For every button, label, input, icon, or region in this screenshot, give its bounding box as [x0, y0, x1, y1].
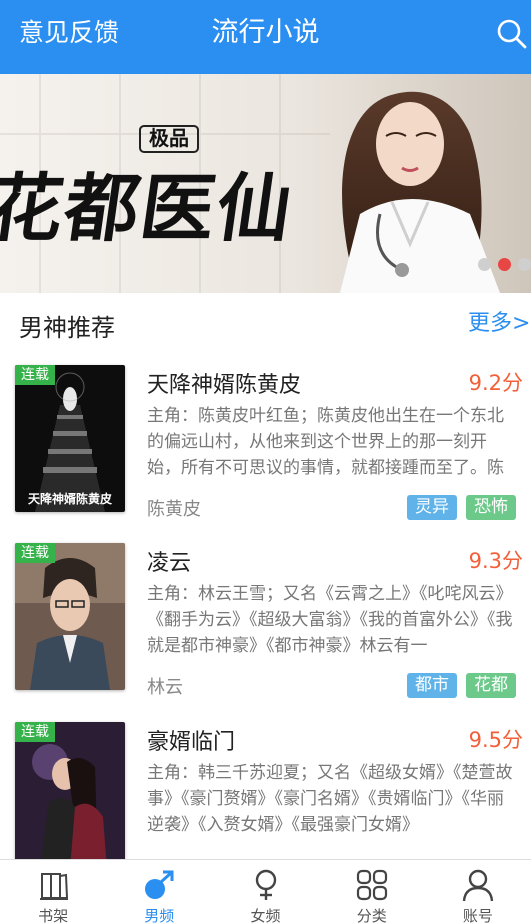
book-tags: 都市 花都: [407, 673, 516, 698]
book-score: 9.2分: [468, 371, 523, 395]
tab-label: 女频: [250, 907, 281, 924]
female-icon: [255, 869, 276, 900]
bookshelf-icon: [40, 873, 69, 900]
tab-label: 男频: [144, 907, 175, 924]
serial-badge: 连载: [15, 722, 55, 742]
banner-title-main: 花都医仙: [0, 164, 299, 252]
top-bar: 意见反馈 流行小说: [0, 0, 531, 74]
book-score: 9.5分: [468, 728, 523, 752]
tab-category[interactable]: 分类: [319, 860, 425, 924]
svg-text:天降神婿陈黄皮: 天降神婿陈黄皮: [28, 491, 112, 506]
bottom-tab-bar: 书架 男频 女频 分类 账号: [0, 859, 531, 924]
genre-tag[interactable]: 都市: [407, 673, 457, 698]
banner-title-small: 极品: [149, 126, 189, 150]
more-link[interactable]: 更多>: [468, 305, 530, 337]
tab-male[interactable]: 男频: [106, 860, 212, 924]
book-author: 林云: [147, 677, 183, 698]
male-icon: [145, 870, 174, 899]
book-item[interactable]: 连载 凌云 9.3分 主角：林云王雪；又名《云霄之上》《叱咤风云》《翻手为云》《…: [0, 543, 531, 722]
book-description: 主角：林云王雪；又名《云霄之上》《叱咤风云》《翻手为云》《超级大富翁》《我的首富…: [147, 584, 513, 656]
banner-carousel[interactable]: 极品 花都医仙: [0, 74, 531, 293]
book-description: 主角：陈黄皮叶红鱼；陈黄皮他出生在一个东北的偏远山村，从他来到这个世界上的那一刻…: [147, 406, 504, 478]
book-description: 主角：韩三千苏迎夏；又名《超级女婿》《楚萱故事》《豪门赘婿》《豪门名婿》《贵婿临…: [147, 763, 513, 835]
book-item[interactable]: 天降神婿陈黄皮 连载 天降神婿陈黄皮 9.2分 主角：陈黄皮叶红鱼；陈黄皮他出生…: [0, 365, 531, 544]
account-icon: [462, 869, 494, 902]
book-title[interactable]: 凌云: [147, 545, 191, 577]
genre-tag[interactable]: 花都: [466, 673, 516, 698]
tab-female[interactable]: 女频: [212, 860, 318, 924]
genre-tag[interactable]: 灵异: [407, 495, 457, 520]
tab-label: 账号: [462, 907, 493, 924]
search-icon[interactable]: [494, 16, 530, 52]
book-tags: 灵异 恐怖: [407, 495, 516, 520]
book-title[interactable]: 豪婿临门: [147, 724, 235, 756]
book-score: 9.3分: [468, 549, 523, 573]
section-title: 男神推荐: [19, 314, 115, 342]
category-grid-icon: [356, 869, 387, 901]
tab-bookshelf[interactable]: 书架: [0, 860, 106, 924]
section-header: 男神推荐 更多>: [0, 293, 531, 355]
book-cover[interactable]: 连载: [15, 722, 125, 869]
carousel-dot[interactable]: [478, 258, 491, 271]
carousel-dots: [478, 258, 531, 271]
tab-label: 分类: [356, 907, 387, 924]
carousel-dot[interactable]: [518, 258, 531, 271]
book-author: 陈黄皮: [147, 499, 201, 520]
tab-label: 书架: [38, 907, 69, 924]
tab-account[interactable]: 账号: [425, 860, 531, 924]
book-cover[interactable]: 天降神婿陈黄皮 连载: [15, 365, 125, 512]
page-title: 流行小说: [211, 17, 320, 48]
carousel-dot-active[interactable]: [498, 258, 511, 271]
genre-tag[interactable]: 恐怖: [466, 495, 516, 520]
serial-badge: 连载: [15, 543, 55, 563]
book-cover[interactable]: 连载: [15, 543, 125, 690]
book-title[interactable]: 天降神婿陈黄皮: [147, 367, 301, 399]
serial-badge: 连载: [15, 365, 55, 385]
banner-image: 极品 花都医仙: [0, 74, 531, 293]
